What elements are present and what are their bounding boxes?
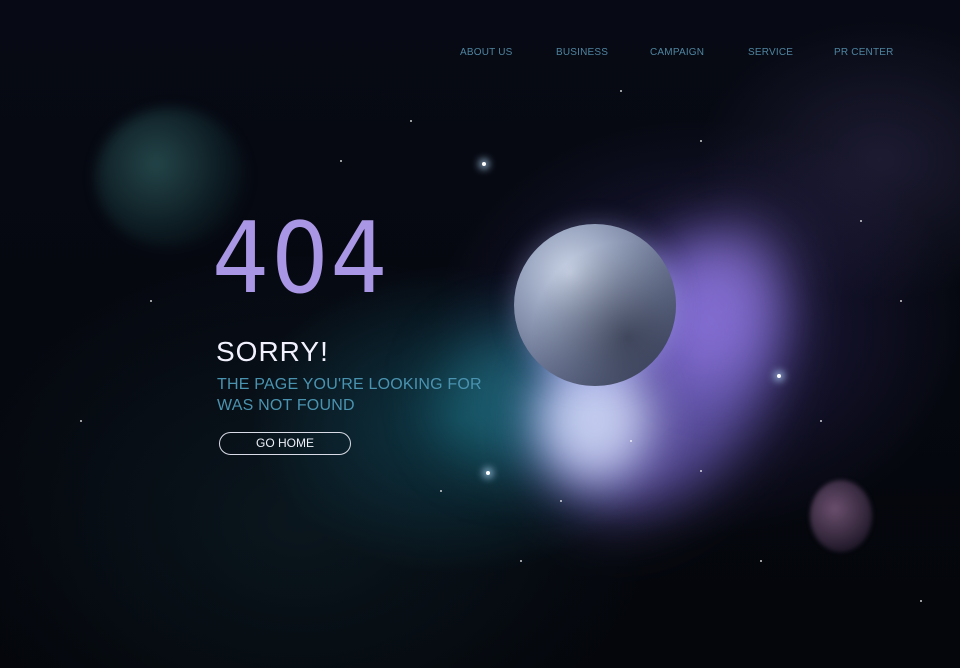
nav-pr-center[interactable]: PR CENTER [834,47,894,58]
star [630,440,632,442]
star [340,160,342,162]
star [700,470,702,472]
bright-star [777,374,781,378]
star [620,90,622,92]
space-background [0,0,960,668]
star [920,600,922,602]
error-title: SORRY! [216,336,329,367]
go-home-button[interactable]: GO HOME [219,432,351,455]
top-nav: ABOUT US BUSINESS CAMPAIGN SERVICE PR CE… [0,47,960,61]
error-code: 404 [212,202,390,316]
bright-star [482,162,486,166]
star [440,490,442,492]
moon-planet [514,224,676,386]
star [150,300,152,302]
star [860,220,862,222]
bright-star [486,471,490,475]
star [80,420,82,422]
star [760,560,762,562]
nav-business[interactable]: BUSINESS [556,47,608,58]
pink-planet [810,480,872,552]
nav-service[interactable]: SERVICE [748,47,793,58]
star [700,140,702,142]
star [560,500,562,502]
star [410,120,412,122]
star [820,420,822,422]
nav-campaign[interactable]: CAMPAIGN [650,47,704,58]
nav-about-us[interactable]: ABOUT US [460,47,513,58]
star [520,560,522,562]
star [900,300,902,302]
error-message: THE PAGE YOU'RE LOOKING FOR WAS NOT FOUN… [217,376,482,414]
